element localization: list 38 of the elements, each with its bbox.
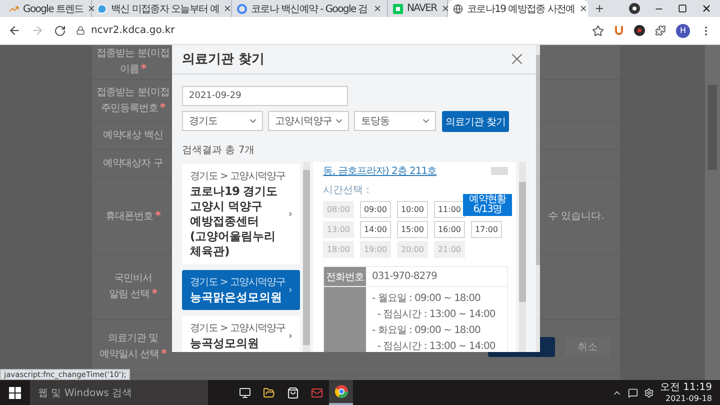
url-text[interactable]: ncvr2.kdca.go.kr xyxy=(91,25,175,36)
info-text: - 화요일 : 09:00 ~ 18:00 xyxy=(372,324,482,337)
search-button[interactable]: 의료기관 찾기 xyxy=(442,111,509,132)
result-count: 검색결과 총 7개 xyxy=(182,144,256,157)
form-label: 예약대상 백신 xyxy=(102,129,164,143)
info-text: 031-970-8279 xyxy=(372,271,438,282)
time-slot-button[interactable]: 15:00 xyxy=(397,221,428,238)
booking-tooltip: 예약현황 6/13명 xyxy=(463,194,512,216)
form-label: 예약대상자 구 xyxy=(102,157,164,171)
result-item[interactable]: 경기도 > 고양시덕양구 능곡맑은성모의원 xyxy=(182,270,300,310)
form-label: 휴대폰번호 * xyxy=(104,208,162,224)
info-text: - 월요일 : 09:00 ~ 18:00 xyxy=(372,292,482,305)
info-label-cell: 전화번호 xyxy=(324,267,366,286)
info-text: - 점심시간 : 13:00 ~ 14:00 xyxy=(376,308,496,321)
taskbar-clock[interactable]: 오전 11:19 2021-09-18 xyxy=(660,382,712,404)
form-label: 의료기관 및 예약일시 선택 * xyxy=(98,332,168,362)
time-slot-button[interactable]: 11:00 xyxy=(434,201,465,218)
browser-tab[interactable]: 코로나19 예방접종 사전예 xyxy=(448,0,588,17)
region-select[interactable]: 경기도 xyxy=(182,111,263,131)
date-field[interactable]: 2021-09-29 xyxy=(182,86,348,106)
result-item[interactable]: 경기도 > 고양시덕양구 능곡성모의원 xyxy=(182,316,300,352)
region-select[interactable]: 고양시덕양구 xyxy=(268,111,349,131)
profile-avatar[interactable]: H xyxy=(676,24,690,38)
taskbar-search-field[interactable]: 웹 및 Windows 검색 xyxy=(30,380,208,405)
region-select[interactable]: 토당동 xyxy=(354,111,436,131)
notice-text: 수 있습니다. xyxy=(548,210,604,223)
time-slot-button[interactable]: 09:00 xyxy=(360,201,391,218)
form-label: 접종받는 분(미접 이름 * xyxy=(96,47,170,78)
time-slot-button[interactable]: 16:00 xyxy=(434,221,465,238)
time-select-label: 시간선택 : xyxy=(323,184,371,197)
address-link[interactable]: 동, 금호프라자) 2층 211호 xyxy=(323,164,437,178)
time-slot-button[interactable]: 10:00 xyxy=(397,201,428,218)
result-item[interactable]: 경기도 > 고양시덕양구 코로나19 경기도 고양시 덕양구 예방접종센터(고양어울림누리 체육관) xyxy=(182,164,300,264)
form-label: 국민비서 알림 선택 * xyxy=(108,272,158,302)
info-text: - 점심시간 : 13:00 ~ 14:00 xyxy=(376,340,496,352)
form-label: 접종받는 분(미접 주민등록번호 * xyxy=(96,86,170,116)
time-slot-button[interactable]: 14:00 xyxy=(360,221,391,238)
modal-title: 의료기관 찾기 xyxy=(182,51,265,68)
